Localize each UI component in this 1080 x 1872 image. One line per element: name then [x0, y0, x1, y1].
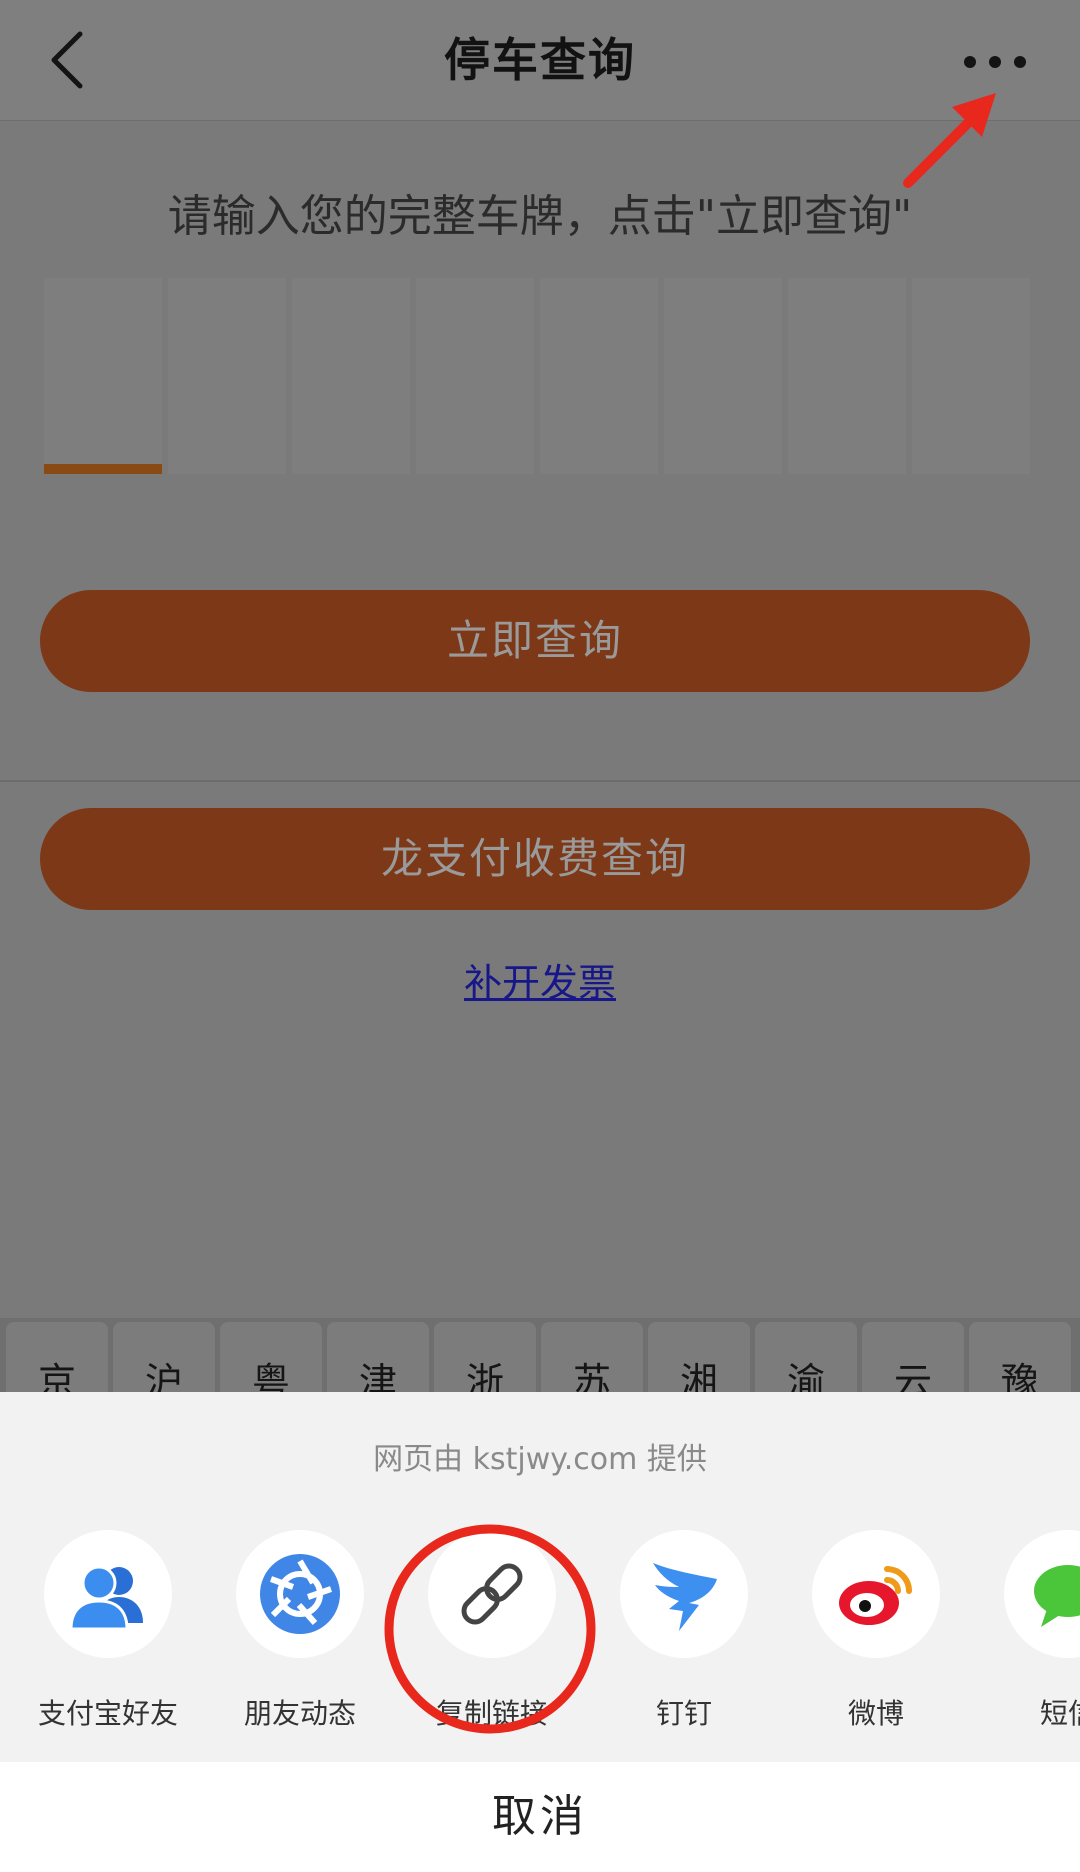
back-button[interactable]	[40, 28, 100, 92]
province-key[interactable]: 津	[327, 1322, 429, 1392]
share-icon-circle	[1004, 1530, 1080, 1658]
share-label: 短信	[1039, 1697, 1080, 1730]
share-sms[interactable]: 短信	[978, 1530, 1080, 1740]
plate-char-box[interactable]	[540, 278, 658, 474]
plate-char-box[interactable]	[664, 278, 782, 474]
province-key[interactable]: 湘	[648, 1322, 750, 1392]
chevron-left-icon	[51, 31, 83, 89]
province-key[interactable]: 苏	[541, 1322, 643, 1392]
plate-char-box[interactable]	[168, 278, 286, 474]
long-pay-query-button[interactable]: 龙支付收费查询	[40, 808, 1030, 910]
share-moments[interactable]: 朋友动态	[210, 1530, 390, 1740]
share-source-text: 网页由 kstjwy.com 提供	[373, 1442, 707, 1477]
active-cursor-underline	[44, 464, 162, 474]
share-label: 支付宝好友	[37, 1697, 178, 1730]
annotation-circle-icon	[384, 1524, 596, 1734]
ellipsis-icon	[964, 56, 1026, 68]
province-key[interactable]: 云	[862, 1322, 964, 1392]
province-key[interactable]: 浙	[434, 1322, 536, 1392]
plate-char-box[interactable]	[912, 278, 1030, 474]
more-button[interactable]	[960, 44, 1030, 80]
province-key[interactable]: 渝	[755, 1322, 857, 1392]
share-icon-circle	[44, 1530, 172, 1658]
plate-char-box[interactable]	[416, 278, 534, 474]
province-key[interactable]: 京	[6, 1322, 108, 1392]
dingtalk-icon	[653, 1563, 717, 1631]
section-divider	[0, 780, 1080, 782]
province-key[interactable]: 粤	[220, 1322, 322, 1392]
share-alipay-friends[interactable]: 支付宝好友	[18, 1530, 198, 1740]
share-label: 朋友动态	[243, 1697, 356, 1730]
share-weibo[interactable]: 微博	[786, 1530, 966, 1740]
moments-icon	[260, 1554, 340, 1634]
share-icon-circle	[812, 1530, 940, 1658]
share-label: 钉钉	[655, 1697, 712, 1730]
plate-char-box[interactable]	[292, 278, 410, 474]
province-keyboard: 京 沪 粤 津 浙 苏 湘 渝 云 豫	[0, 1318, 1080, 1392]
plate-char-box[interactable]	[44, 278, 162, 474]
plate-input-group	[44, 278, 1040, 474]
share-icon-circle	[620, 1530, 748, 1658]
plate-char-box[interactable]	[788, 278, 906, 474]
share-label: 微博	[847, 1697, 904, 1730]
share-dingtalk[interactable]: 钉钉	[594, 1530, 774, 1740]
sms-icon	[1034, 1565, 1080, 1627]
content-blank-area	[0, 1000, 1080, 1290]
province-key[interactable]: 豫	[969, 1322, 1071, 1392]
share-icon-circle	[236, 1530, 364, 1658]
cancel-button[interactable]: 取消	[0, 1762, 1080, 1872]
province-key[interactable]: 沪	[113, 1322, 215, 1392]
reissue-invoice-link[interactable]: 补开发票	[0, 952, 1080, 1007]
alipay-friends-icon	[69, 1565, 143, 1631]
annotation-arrow-icon	[903, 93, 996, 188]
plate-prompt: 请输入您的完整车牌，点击"立即查询"	[167, 191, 913, 242]
weibo-icon	[839, 1566, 912, 1625]
query-now-button[interactable]: 立即查询	[40, 590, 1030, 692]
